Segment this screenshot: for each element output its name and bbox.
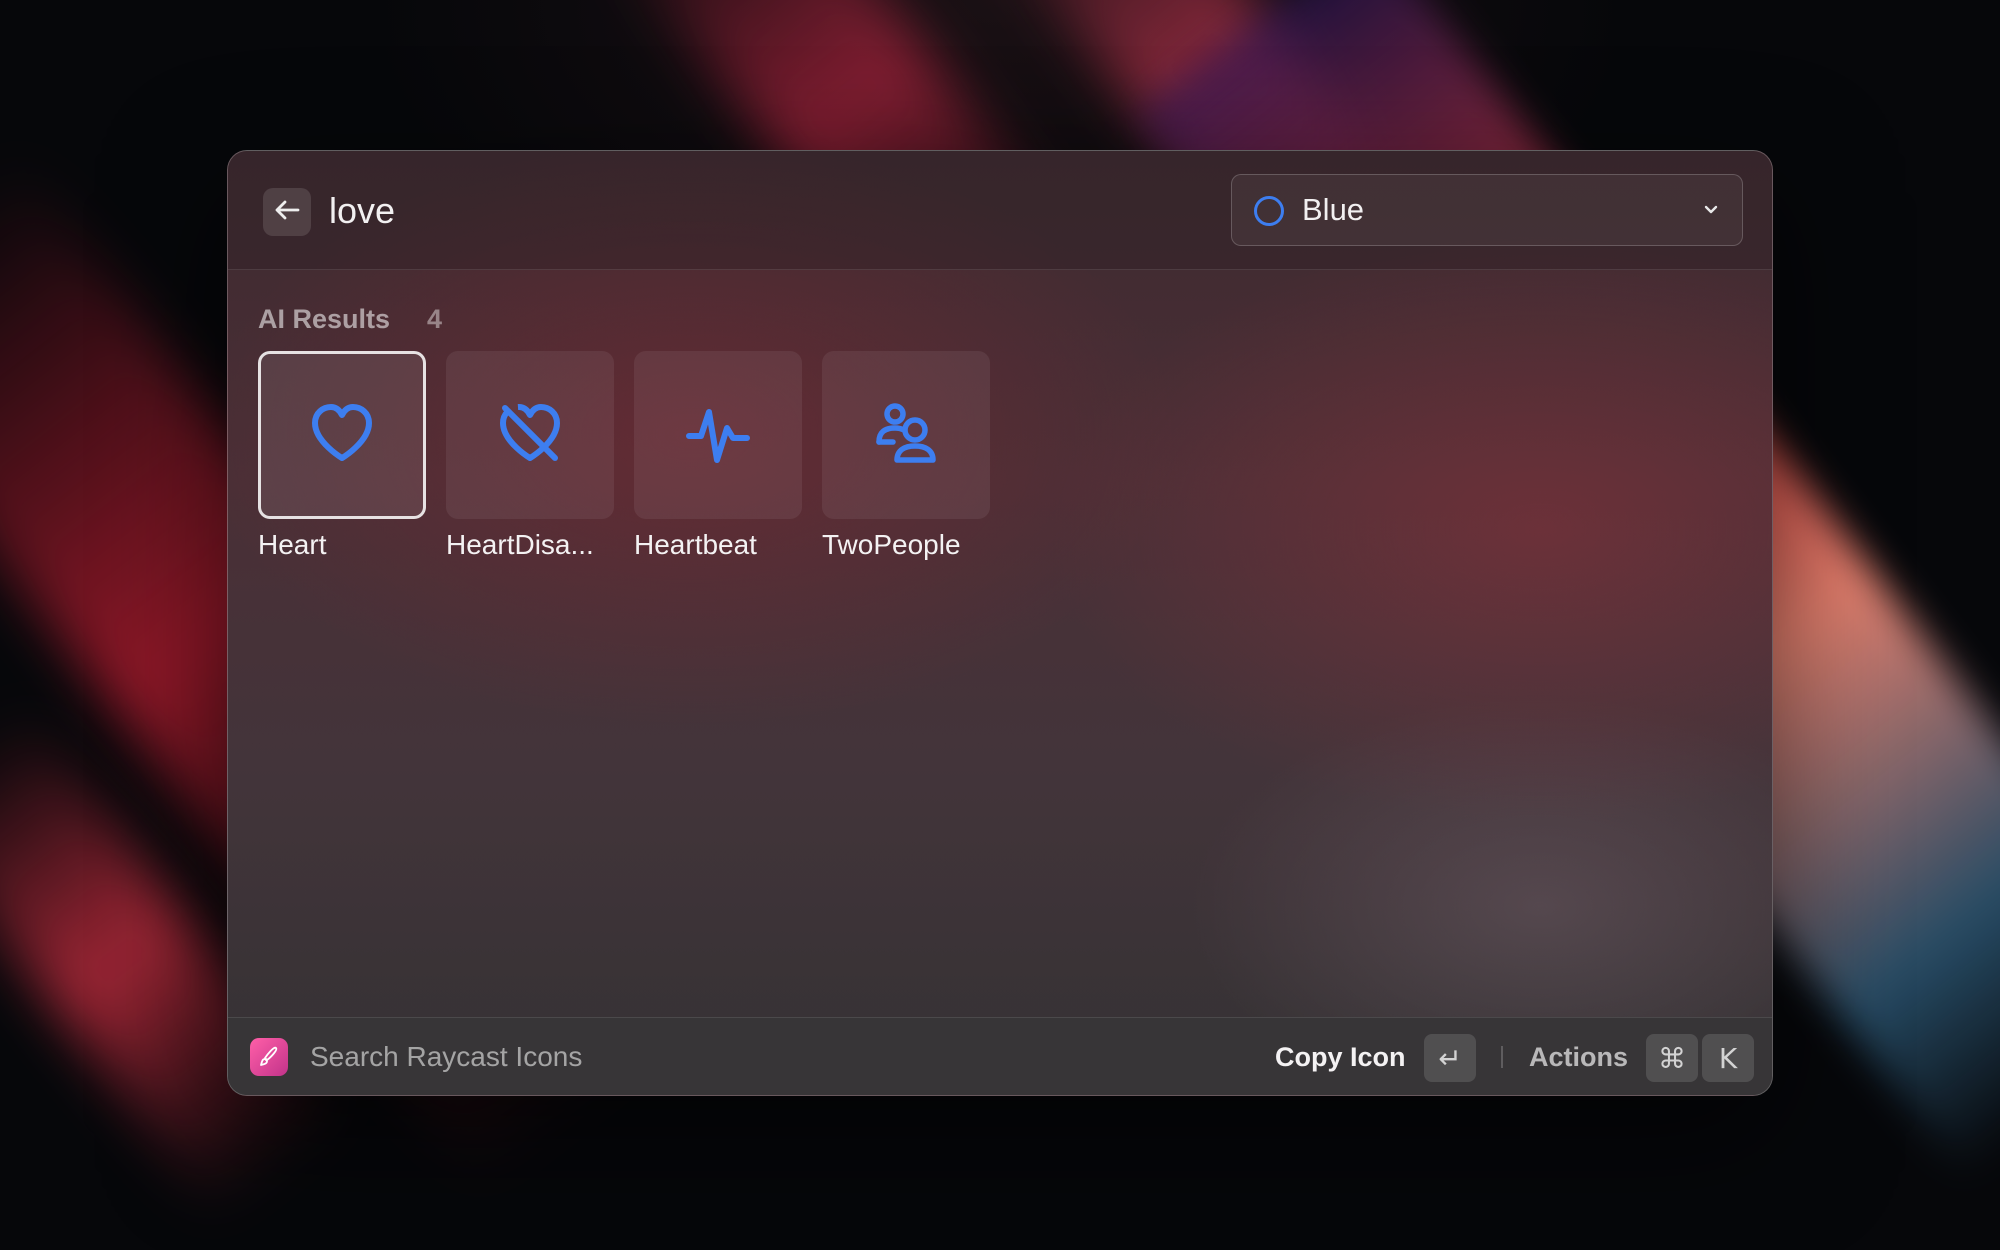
command-title: Search Raycast Icons (310, 1041, 583, 1072)
grid-item-heart[interactable]: Heart (258, 351, 426, 563)
search-bar: Blue (228, 151, 1772, 270)
raycast-window: Blue AI Results 4 Heart (227, 150, 1773, 1096)
color-dropdown-value: Blue (1302, 192, 1365, 227)
heartbeat-icon (683, 398, 753, 473)
command-key-icon[interactable]: ⌘ (1646, 1034, 1698, 1082)
grid-item-tile[interactable] (822, 351, 990, 519)
heart-icon (307, 398, 377, 473)
section-count: 4 (427, 304, 443, 334)
actions-button[interactable]: Actions (1529, 1039, 1628, 1075)
divider (1501, 1046, 1503, 1068)
grid-item-label: TwoPeople (822, 529, 961, 560)
action-bar: Search Raycast Icons Copy Icon ↵ Actions… (228, 1017, 1772, 1095)
color-circle-icon (1254, 196, 1284, 226)
grid-item-label: Heart (258, 529, 327, 560)
grid-item-heart-disabled[interactable]: HeartDisa... (446, 351, 614, 563)
raycast-icons-app-icon (250, 1038, 288, 1076)
search-input[interactable] (329, 181, 1149, 241)
grid-item-label: Heartbeat (634, 529, 757, 560)
grid-item-tile[interactable] (634, 351, 802, 519)
color-dropdown[interactable]: Blue (1231, 174, 1743, 246)
copy-icon-button[interactable]: Copy Icon (1275, 1039, 1406, 1075)
grid-item-two-people[interactable]: TwoPeople (822, 351, 990, 563)
grid-item-tile[interactable] (258, 351, 426, 519)
chevron-down-icon (1702, 201, 1720, 224)
grid-item-heartbeat[interactable]: Heartbeat (634, 351, 802, 563)
return-key-icon[interactable]: ↵ (1424, 1034, 1476, 1082)
heart-disabled-icon (495, 398, 565, 473)
back-button[interactable] (263, 188, 311, 236)
arrow-left-icon (274, 199, 300, 226)
k-key[interactable]: K (1702, 1034, 1754, 1082)
two-people-icon (871, 398, 941, 473)
grid-item-tile[interactable] (446, 351, 614, 519)
grid-item-label: HeartDisa... (446, 529, 594, 560)
section-title: AI Results (258, 304, 391, 334)
